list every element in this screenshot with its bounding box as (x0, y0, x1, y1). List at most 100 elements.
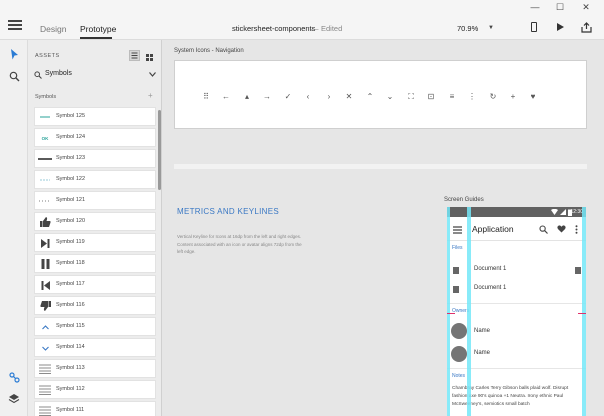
skip-previous-icon (38, 279, 52, 291)
layers-panel-icon[interactable] (7, 391, 21, 405)
document-action-icon (575, 267, 581, 274)
symbol-list-item[interactable]: Symbol 116 (34, 296, 156, 315)
grid-view-icon[interactable] (144, 50, 155, 61)
favorite-icon: ♥ (530, 92, 536, 101)
tool-rail (0, 40, 28, 416)
arrow-back-icon: ← (222, 92, 230, 101)
symbol-list-item[interactable]: Symbol 119 (34, 233, 156, 252)
symbol-label: Symbol 113 (56, 365, 85, 371)
title-bar: Design Prototype stickersheet-components… (0, 0, 604, 40)
menu-icon: ≡ (449, 92, 455, 101)
skip-next-icon (38, 237, 52, 249)
symbol-label: Symbol 115 (56, 323, 85, 329)
play-preview-icon[interactable] (553, 20, 567, 34)
symbol-list-item[interactable]: Symbol 118 (34, 254, 156, 273)
wifi-icon (551, 209, 558, 215)
artboard-label-screen-guides[interactable]: Screen Guides (444, 197, 484, 203)
symbol-label: Symbol 116 (56, 302, 85, 308)
symbol-label: Symbol 119 (56, 239, 85, 245)
share-icon[interactable] (579, 20, 593, 34)
notes-body-text: Chambray Carles Terry Gibson balls plaid… (452, 386, 569, 407)
document-item: Document 1 (474, 285, 507, 291)
metrics-heading: METRICS AND KEYLINES (177, 207, 280, 216)
chevron-up-icon (38, 321, 52, 333)
document-icon (453, 267, 459, 274)
symbol-list-item[interactable]: Symbol 123 (34, 149, 156, 168)
right-margin-guide (582, 207, 586, 416)
symbol-label: Symbol 117 (56, 281, 85, 287)
symbol-list-item[interactable]: OK Symbol 124 (34, 128, 156, 147)
close-window-button[interactable]: ✕ (576, 0, 596, 14)
symbol-label: Symbol 121 (56, 197, 86, 203)
screen-guides-artboard[interactable]: 12:30 Application Files Document 1 Docum… (447, 207, 586, 416)
navigation-icons-artboard[interactable]: ⠿ ← ▴ → ✓ ‹ › ✕ ⌃ ⌄ ⛶ ⊡ ≡ ⋮ ↻ + ♥ (174, 60, 587, 129)
document-status: Edited (321, 24, 343, 33)
refresh-icon: ↻ (489, 92, 497, 101)
menu-lines-icon (38, 363, 52, 375)
tab-design[interactable]: Design (40, 24, 66, 34)
app-menu-icon (453, 226, 462, 234)
symbol-label: Symbol 120 (56, 218, 86, 224)
symbol-list-item[interactable]: Symbol 111 (34, 401, 156, 416)
symbol-list: Symbol 125 OK Symbol 124 Symbol 123 Symbol 1… (34, 107, 156, 416)
symbol-label: Symbol 124 (56, 134, 86, 140)
tab-prototype[interactable]: Prototype (80, 24, 116, 34)
assets-panel: ASSETS Symbols Symbols + Symbol 125 OK Sym… (28, 40, 162, 416)
symbol-label: Symbol 122 (56, 176, 86, 182)
symbol-list-item[interactable]: Symbol 120 (34, 212, 156, 231)
symbol-label: Symbol 112 (56, 386, 85, 392)
keyline-guide (467, 207, 471, 416)
document-title: stickersheet-components (232, 24, 316, 33)
symbol-list-item[interactable]: Symbol 122 (34, 170, 156, 189)
menu-lines-icon (38, 384, 52, 396)
select-tool-icon[interactable] (7, 47, 21, 61)
expand-less-icon: ⌃ (366, 92, 374, 101)
assets-title: ASSETS (35, 53, 60, 59)
assets-scrollbar[interactable] (158, 110, 161, 190)
symbols-section-header: Symbols (35, 94, 57, 100)
symbol-list-item[interactable]: Symbol 112 (34, 380, 156, 399)
chevron-right-icon: › (327, 92, 331, 101)
arrow-forward-icon: → (263, 92, 271, 101)
minimize-button[interactable]: — (525, 0, 545, 14)
symbol-label: Symbol 114 (56, 344, 85, 350)
asset-filter-value: Symbols (45, 70, 72, 77)
maximize-button[interactable]: ☐ (550, 0, 570, 14)
symbol-list-item[interactable]: Symbol 115 (34, 317, 156, 336)
add-symbol-button[interactable]: + (148, 91, 153, 100)
keyline-marker (447, 313, 455, 314)
assets-panel-icon[interactable] (7, 370, 21, 384)
artboard-label-navigation[interactable]: System Icons - Navigation (174, 48, 244, 54)
avatar (451, 323, 467, 339)
ok-text-icon: OK (41, 135, 49, 141)
keyline-marker (578, 313, 586, 314)
zoom-tool-icon[interactable] (7, 69, 21, 83)
search-icon (34, 71, 42, 79)
dash-line-icon (38, 111, 52, 123)
signal-icon (560, 209, 566, 215)
apps-grid-icon: ⠿ (203, 92, 209, 101)
list-view-icon[interactable] (129, 50, 140, 61)
symbol-list-item[interactable]: Symbol 125 (34, 107, 156, 126)
hamburger-menu-icon[interactable] (8, 20, 22, 30)
asset-filter-dropdown[interactable]: Symbols (33, 69, 157, 81)
symbol-list-item[interactable]: Symbol 113 (34, 359, 156, 378)
device-preview-icon[interactable] (527, 20, 541, 34)
document-icon (453, 286, 459, 293)
add-icon: + (510, 92, 516, 101)
design-canvas[interactable]: System Icons - Navigation ⠿ ← ▴ → ✓ ‹ › ✕ ⌃ ⌄ ⛶ ⊡ ≡ ⋮… (163, 40, 604, 416)
app-favorite-icon (557, 225, 566, 233)
app-search-icon (539, 225, 548, 234)
zoom-level[interactable]: 70.9% (457, 24, 478, 33)
symbol-label: Symbol 123 (56, 155, 86, 161)
title-separator: — (311, 24, 319, 33)
zoom-dropdown-chevron-icon[interactable]: ▼ (488, 25, 494, 31)
section-divider (174, 164, 587, 169)
chevron-down-icon (149, 72, 156, 77)
files-section-label: Files (452, 245, 463, 251)
symbol-list-item[interactable]: Symbol 117 (34, 275, 156, 294)
symbol-list-item[interactable]: Symbol 121 (34, 191, 156, 210)
avatar (451, 346, 467, 362)
symbol-label: Symbol 125 (56, 113, 86, 119)
symbol-list-item[interactable]: Symbol 114 (34, 338, 156, 357)
